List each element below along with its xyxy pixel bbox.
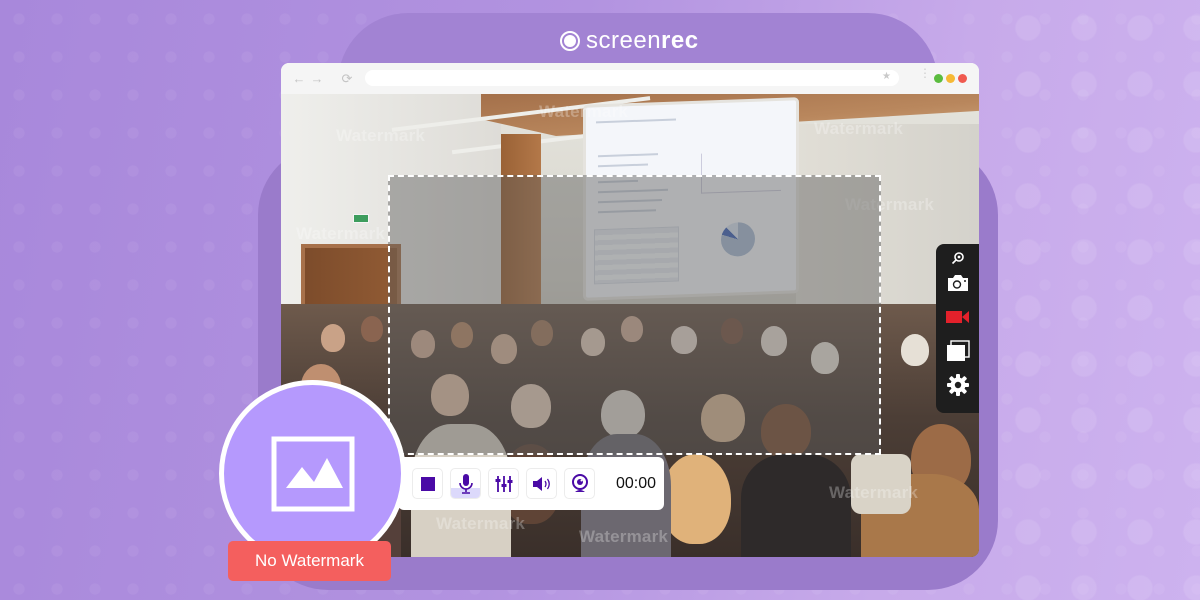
audio-mixer-button[interactable] — [488, 468, 519, 499]
no-watermark-label: No Watermark — [255, 551, 364, 570]
settings-button[interactable] — [943, 370, 973, 400]
record-video-button[interactable] — [943, 302, 973, 332]
recording-selection-area[interactable] — [388, 175, 881, 455]
webcam-icon — [571, 473, 588, 492]
speaker-icon — [532, 476, 550, 491]
screenshot-button[interactable] — [943, 268, 973, 298]
system-sound-button[interactable] — [526, 468, 557, 499]
watermark-text: Watermark — [296, 224, 386, 243]
watermark-text: Watermark — [336, 126, 426, 145]
recording-controls: 00:00 — [398, 457, 664, 510]
address-bar[interactable]: ★ — [365, 70, 899, 86]
no-watermark-badge: No Watermark — [228, 541, 391, 581]
arrow-left-icon[interactable]: ← — [291, 71, 307, 86]
pin-button[interactable] — [943, 250, 973, 266]
window-controls — [934, 74, 967, 83]
browser-menu-icon[interactable]: ⋮ — [919, 67, 931, 79]
stop-button[interactable] — [412, 468, 443, 499]
watermark-text: Watermark — [829, 483, 919, 502]
background-bokeh — [1000, 0, 1200, 600]
microphone-icon — [458, 473, 473, 494]
arrow-right-icon[interactable]: → — [309, 71, 325, 86]
camera-icon — [947, 275, 968, 291]
screenrec-side-toolbar — [936, 244, 979, 413]
watermark-text: Watermark — [539, 102, 629, 121]
webcam-button[interactable] — [564, 468, 595, 499]
recording-timer: 00:00 — [616, 474, 657, 492]
image-icon — [271, 436, 354, 511]
browser-toolbar: ← → ⟳ ★ ⋮ — [281, 63, 979, 94]
logo-text: screenrec — [586, 27, 699, 54]
pin-icon — [951, 252, 964, 265]
sliders-icon — [495, 475, 512, 492]
window-minimize-button[interactable] — [934, 74, 943, 83]
stacked-windows-icon — [946, 340, 970, 361]
video-camera-icon — [945, 311, 969, 323]
gear-icon — [946, 374, 969, 396]
photo-exit-sign — [353, 214, 369, 223]
watermark-text: Watermark — [436, 514, 526, 533]
microphone-button[interactable] — [450, 468, 481, 499]
watermark-text: Watermark — [579, 527, 669, 546]
record-ring-icon — [560, 31, 580, 51]
gallery-button[interactable] — [943, 336, 973, 366]
window-maximize-button[interactable] — [946, 74, 955, 83]
window-close-button[interactable] — [958, 74, 967, 83]
screenrec-logo: screenrec — [560, 27, 699, 54]
stop-icon — [420, 476, 435, 491]
bookmark-star-icon[interactable]: ★ — [882, 71, 891, 82]
image-preview-bubble — [219, 380, 406, 567]
reload-icon[interactable]: ⟳ — [339, 71, 355, 87]
watermark-text: Watermark — [814, 119, 904, 138]
